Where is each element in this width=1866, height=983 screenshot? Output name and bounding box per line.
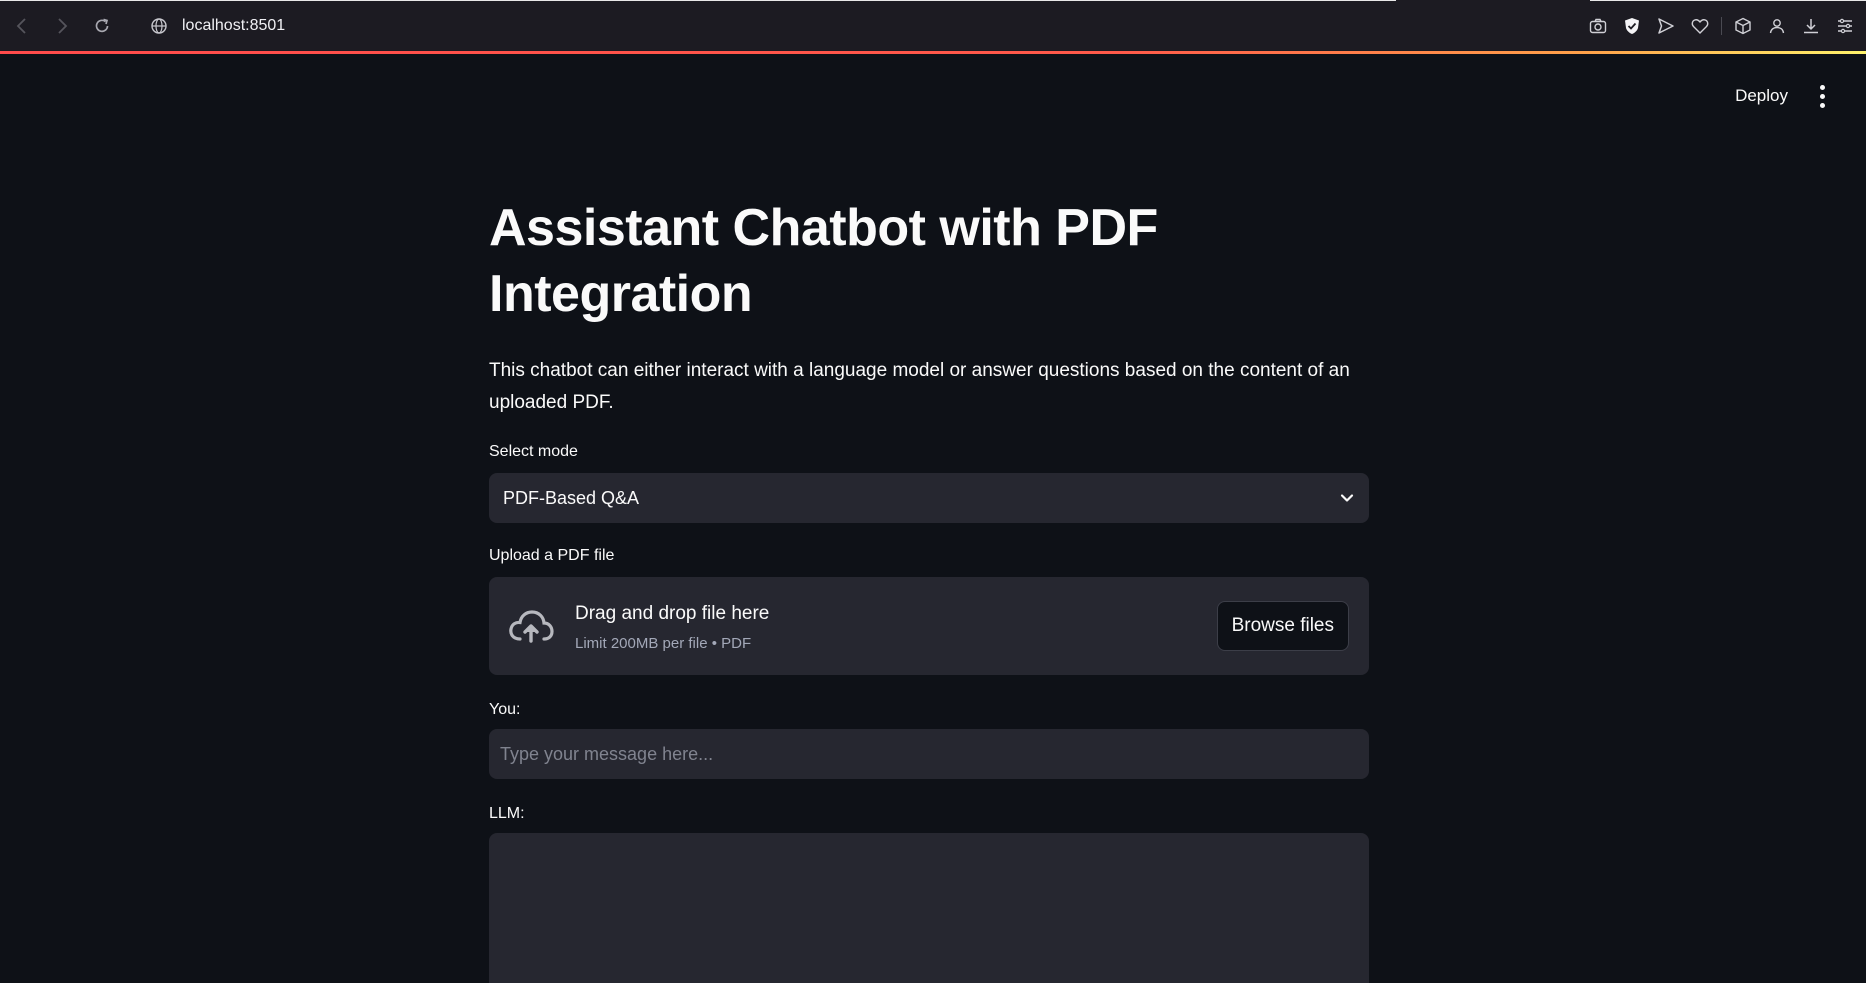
file-dropzone[interactable]: Drag and drop file here Limit 200MB per …	[489, 577, 1369, 675]
menu-icon[interactable]	[1830, 11, 1860, 41]
download-icon[interactable]	[1796, 11, 1826, 41]
dropzone-title: Drag and drop file here	[575, 603, 770, 624]
page-description: This chatbot can either interact with a …	[489, 360, 1350, 413]
globe-icon	[150, 17, 168, 35]
kebab-menu-icon[interactable]	[1812, 84, 1832, 108]
cube-icon[interactable]	[1728, 11, 1758, 41]
shield-icon[interactable]	[1617, 11, 1647, 41]
account-icon[interactable]	[1762, 11, 1792, 41]
mode-select[interactable]: PDF-Based Q&A	[489, 473, 1369, 523]
mode-select-value: PDF-Based Q&A	[503, 487, 640, 508]
browse-files-button[interactable]: Browse files	[1216, 601, 1349, 651]
send-icon[interactable]	[1651, 11, 1681, 41]
app-header: Deploy	[0, 54, 1866, 139]
mode-select-label: Select mode	[489, 443, 578, 460]
back-icon[interactable]	[2, 6, 42, 46]
camera-icon[interactable]	[1583, 11, 1613, 41]
heart-icon[interactable]	[1685, 11, 1715, 41]
browser-toolbar: localhost:8501	[0, 0, 1866, 51]
forward-icon[interactable]	[42, 6, 82, 46]
message-input[interactable]	[489, 729, 1369, 779]
upload-label: Upload a PDF file	[489, 547, 615, 564]
main-content: Assistant Chatbot with PDF Integration T…	[489, 195, 1369, 983]
llm-output-label: LLM:	[489, 805, 525, 822]
chevron-down-icon	[1339, 490, 1355, 506]
toolbar-separator	[1721, 16, 1722, 35]
cloud-upload-icon	[507, 607, 555, 647]
dropzone-limit-text: Limit 200MB per file • PDF	[575, 635, 752, 652]
address-bar[interactable]: localhost:8501	[150, 0, 285, 51]
llm-output-area[interactable]	[489, 833, 1369, 983]
page-title: Assistant Chatbot with PDF Integration	[489, 199, 1158, 323]
deploy-button[interactable]: Deploy	[1727, 82, 1796, 110]
url-text: localhost:8501	[182, 16, 286, 34]
message-input-label: You:	[489, 701, 521, 718]
reload-icon[interactable]	[82, 6, 122, 46]
